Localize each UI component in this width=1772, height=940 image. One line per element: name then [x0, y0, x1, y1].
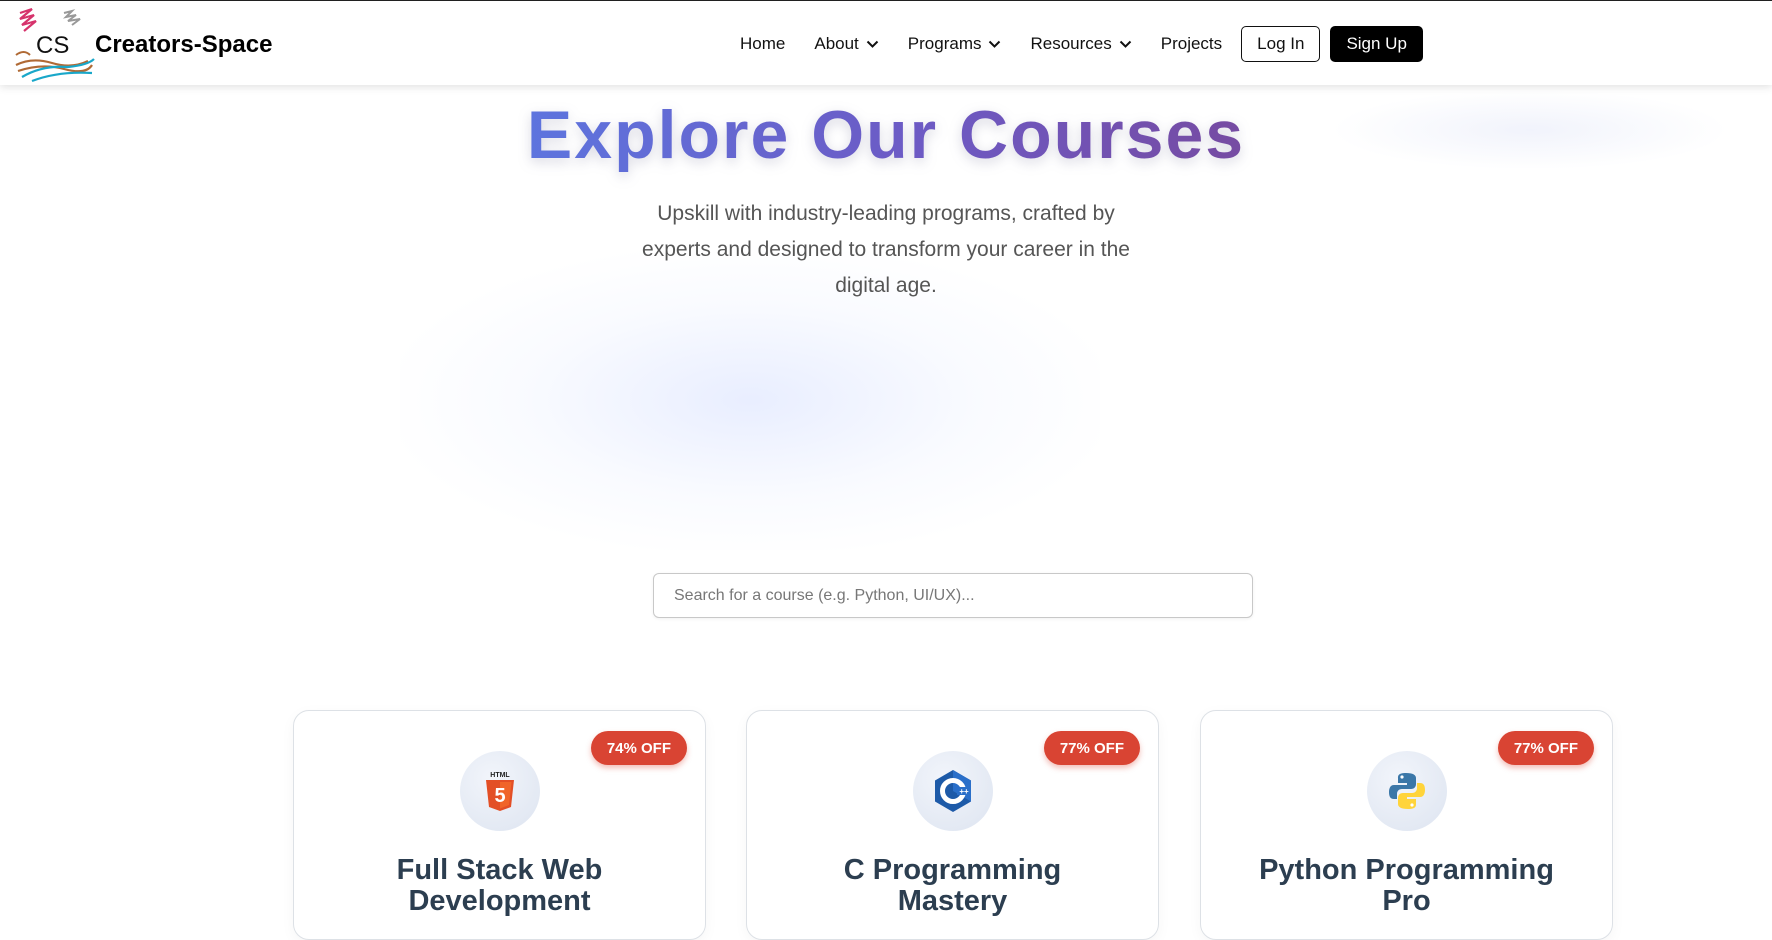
page-subtitle: Upskill with industry-leading programs, …: [642, 202, 1130, 297]
page-title-text: Explore Our Courses: [526, 97, 1246, 173]
python-icon: [1389, 773, 1425, 809]
signup-button[interactable]: Sign Up: [1330, 26, 1423, 62]
nav-resources[interactable]: Resources: [1030, 34, 1131, 54]
discount-badge: 74% OFF: [590, 731, 687, 765]
svg-text:HTML: HTML: [490, 772, 510, 779]
c-language-icon: ++: [935, 770, 971, 812]
page-title: Explore Our Courses: [0, 96, 1772, 174]
nav-about[interactable]: About: [814, 34, 879, 54]
nav-programs-label: Programs: [907, 34, 982, 53]
svg-text:5: 5: [494, 785, 505, 807]
course-card[interactable]: 77% OFF ++ C Programming Mastery: [746, 710, 1159, 940]
course-card[interactable]: 74% OFF HTML 5 Full Stack Web Developmen…: [293, 710, 706, 940]
login-button[interactable]: Log In: [1241, 26, 1321, 62]
nav-resources-label: Resources: [1030, 34, 1112, 53]
chevron-down-icon: [866, 40, 879, 48]
chevron-down-icon: [1119, 40, 1131, 48]
nav-programs[interactable]: Programs: [908, 34, 1002, 54]
course-search-input[interactable]: [653, 573, 1253, 618]
course-title: C Programming Mastery: [843, 854, 1062, 917]
chevron-down-icon: [989, 40, 1001, 48]
course-card[interactable]: 77% OFF Python Programming Pro: [1200, 710, 1613, 940]
course-icon-wrapper: HTML 5: [460, 751, 540, 831]
site-header: CS Creators-Space Home About Programs Re…: [0, 1, 1772, 85]
nav-about-label: About: [814, 34, 859, 53]
course-title: Full Stack Web Development: [396, 854, 603, 917]
course-title: Python Programming Pro: [1259, 854, 1554, 917]
nav-projects[interactable]: Projects: [1161, 34, 1222, 54]
svg-text:++: ++: [959, 787, 969, 796]
nav-home[interactable]: Home: [740, 34, 785, 54]
nav-projects-label: Projects: [1160, 34, 1223, 53]
discount-badge: 77% OFF: [1043, 731, 1140, 765]
creators-space-logo[interactable]: CS: [12, 5, 96, 85]
main-nav: Home About Programs Resources Projects L…: [740, 25, 1423, 63]
course-icon-wrapper: ++: [913, 751, 993, 831]
discount-badge: 77% OFF: [1497, 731, 1594, 765]
logo-text: CS: [36, 32, 69, 59]
html5-icon: HTML 5: [486, 772, 514, 811]
course-icon-wrapper: [1367, 751, 1447, 831]
nav-home-label: Home: [740, 34, 786, 53]
brand-name[interactable]: Creators-Space: [95, 31, 272, 59]
